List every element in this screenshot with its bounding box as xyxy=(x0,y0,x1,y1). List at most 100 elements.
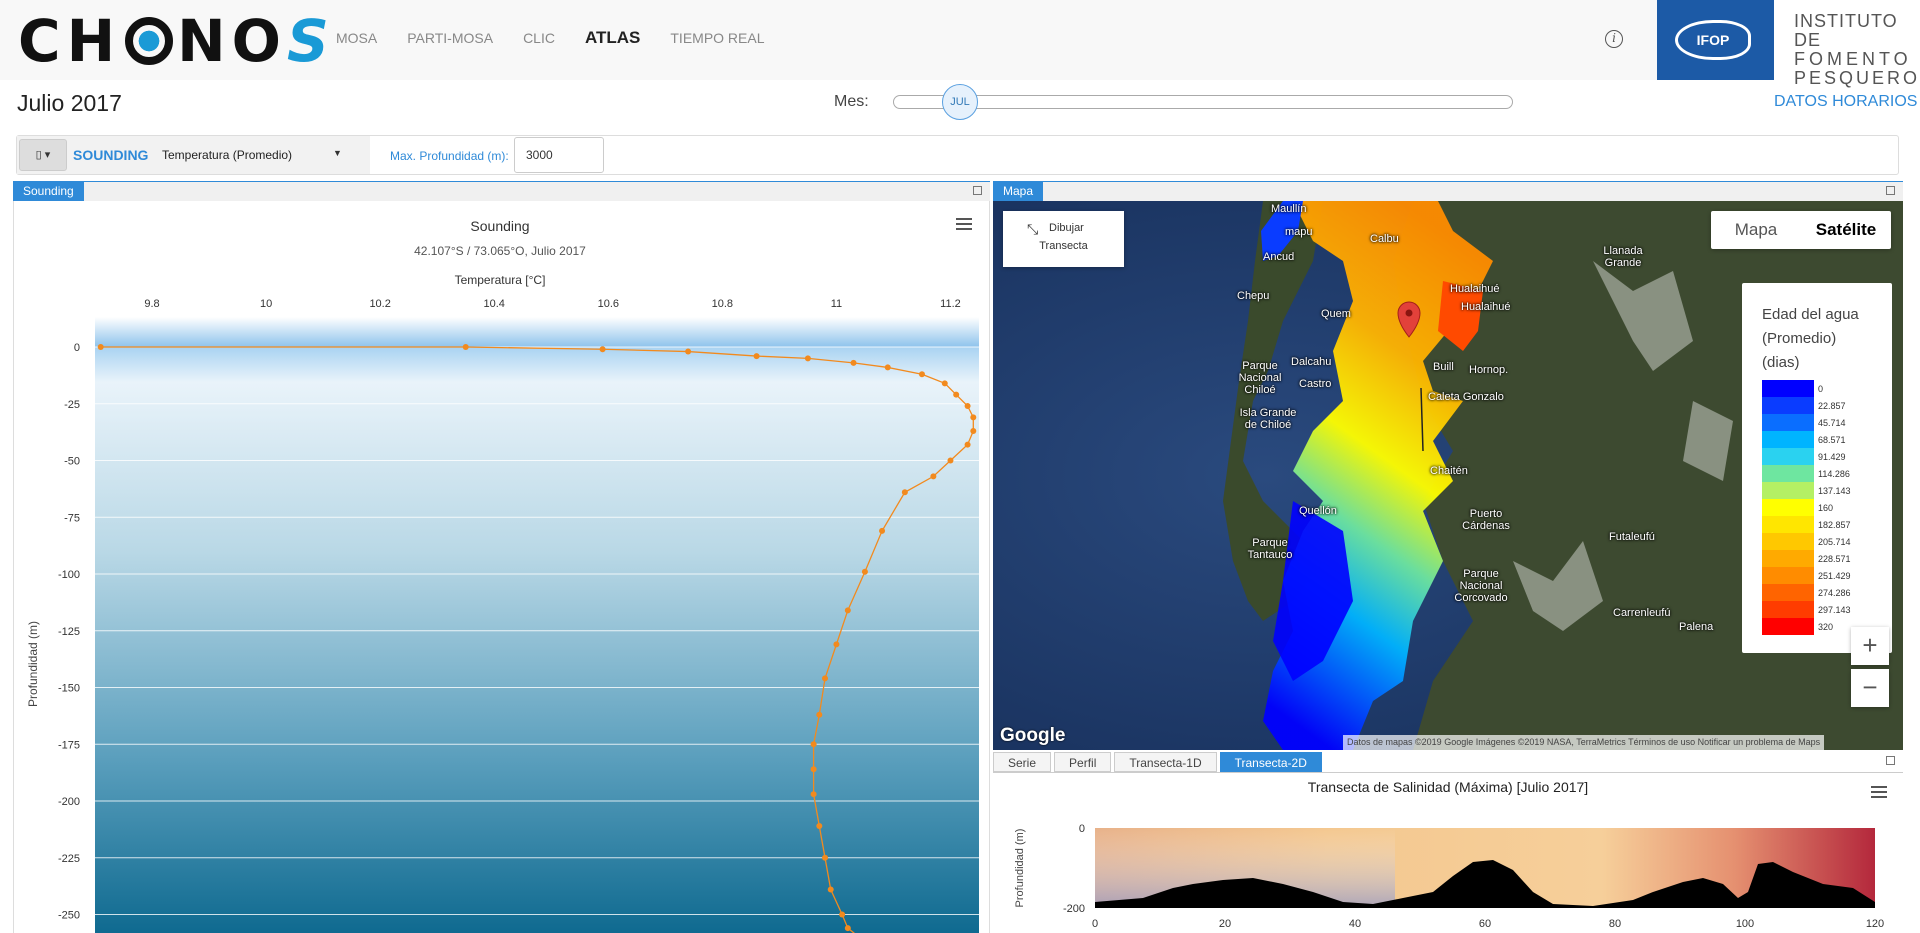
place-label: Parque Nacional Chiloé xyxy=(1238,360,1282,396)
nav-item-atlas[interactable]: ATLAS xyxy=(585,28,640,48)
max-depth-input[interactable]: 3000 xyxy=(514,137,604,173)
data-point[interactable] xyxy=(839,911,846,918)
legend-swatch xyxy=(1762,448,1814,465)
map-type-toggle: Mapa Satélite xyxy=(1711,211,1891,249)
data-point[interactable] xyxy=(753,353,760,360)
place-label: Puerto Cárdenas xyxy=(1462,508,1510,532)
data-point[interactable] xyxy=(816,822,823,829)
nav-item-mosa[interactable]: MOSA xyxy=(336,30,377,48)
data-point[interactable] xyxy=(810,741,817,748)
color-legend: Edad del agua (Promedio) (dias) 0 22.857 4… xyxy=(1742,283,1892,653)
legend-label: 0 xyxy=(1818,383,1824,394)
data-point[interactable] xyxy=(861,568,868,575)
maximize-icon[interactable] xyxy=(973,186,982,195)
zoom-in-button[interactable]: + xyxy=(1851,627,1889,665)
transect-chart-title: Transecta de Salinidad (Máxima) [Julio 2… xyxy=(1308,779,1588,795)
data-point[interactable] xyxy=(901,489,908,496)
nav-item-clic[interactable]: CLIC xyxy=(523,30,555,48)
toolbar: ▯ ▾ SOUNDING Temperatura (Promedio) ▼ Ma… xyxy=(16,135,1899,175)
data-point[interactable] xyxy=(822,675,829,682)
menu-dropdown-button[interactable]: ▯ ▾ xyxy=(19,139,67,171)
map-type-mapa[interactable]: Mapa xyxy=(1711,211,1801,249)
data-point[interactable] xyxy=(879,527,886,534)
x-tick-label: 100 xyxy=(1736,918,1754,930)
legend-entry: 297.143 xyxy=(1762,601,1851,618)
transect-chart: Transecta de Salinidad (Máxima) [Julio 2… xyxy=(1014,779,1884,930)
place-label: Buill xyxy=(1433,361,1454,373)
chart-menu-icon[interactable] xyxy=(956,218,972,232)
nav-item-tiempo-real[interactable]: TIEMPO REAL xyxy=(670,30,764,48)
data-point[interactable] xyxy=(685,348,692,355)
legend-entry: 320 xyxy=(1762,618,1833,635)
data-point[interactable] xyxy=(822,854,829,861)
caret-down-icon[interactable]: ▼ xyxy=(333,148,342,158)
legend-title: Edad del agua (Promedio) (dias) xyxy=(1762,303,1859,375)
data-point[interactable] xyxy=(844,925,851,932)
y-tick-label: -200 xyxy=(1063,903,1085,915)
data-point[interactable] xyxy=(947,457,954,464)
datos-horarios-link[interactable]: DATOS HORARIOS xyxy=(1774,93,1917,111)
legend-swatch xyxy=(1762,380,1814,397)
y-tick-label: -125 xyxy=(58,626,80,638)
data-point[interactable] xyxy=(833,641,840,648)
data-point[interactable] xyxy=(827,886,834,893)
data-point[interactable] xyxy=(599,346,606,353)
data-point[interactable] xyxy=(964,403,971,410)
legend-label: 228.571 xyxy=(1818,553,1851,564)
x-tick-label: 60 xyxy=(1479,918,1491,930)
tab-mapa[interactable]: Mapa xyxy=(993,182,1044,201)
legend-label: 68.571 xyxy=(1818,434,1846,445)
data-point[interactable] xyxy=(810,766,817,773)
maximize-icon[interactable] xyxy=(1886,186,1895,195)
legend-label: 22.857 xyxy=(1818,400,1846,411)
data-point[interactable] xyxy=(804,355,811,362)
month-slider-track[interactable] xyxy=(893,95,1513,109)
nav-item-parti-mosa[interactable]: PARTI-MOSA xyxy=(407,30,493,48)
place-label: Hualaihué xyxy=(1450,283,1500,295)
map-attribution[interactable]: Datos de mapas ©2019 Google Imágenes ©20… xyxy=(1343,735,1825,750)
legend-entry: 45.714 xyxy=(1762,414,1846,431)
zoom-out-button[interactable]: − xyxy=(1851,669,1889,707)
legend-entry: 160 xyxy=(1762,499,1833,516)
data-point[interactable] xyxy=(462,344,469,350)
data-point[interactable] xyxy=(810,791,817,798)
ifop-name: INSTITUTO DE FOMENTO PESQUERO xyxy=(1794,12,1920,88)
data-point[interactable] xyxy=(953,391,960,398)
surface-band xyxy=(95,317,979,347)
legend-label: 114.286 xyxy=(1818,468,1850,479)
data-point[interactable] xyxy=(918,371,925,378)
variable-selector: ▯ ▾ SOUNDING Temperatura (Promedio) ▼ xyxy=(17,136,370,174)
legend-label: 297.143 xyxy=(1818,604,1851,615)
x-tick-label: 20 xyxy=(1219,918,1231,930)
chart-menu-icon[interactable] xyxy=(1871,786,1887,800)
data-point[interactable] xyxy=(844,607,851,614)
variable-select[interactable]: Temperatura (Promedio) xyxy=(162,148,292,162)
data-point[interactable] xyxy=(850,359,857,366)
sounding-y-ticks: 0 -25 -50 -75 -100 -125 -150 -175 -200 -225 -250 xyxy=(58,342,80,922)
month-slider-handle[interactable]: JUL xyxy=(942,84,978,120)
legend-label: 137.143 xyxy=(1818,485,1851,496)
data-point[interactable] xyxy=(816,711,823,718)
data-point[interactable] xyxy=(884,364,891,371)
ifop-logo[interactable]: IFOP INSTITUTO DE FOMENTO PESQUERO xyxy=(1657,0,1920,88)
place-label: Chaitén xyxy=(1430,465,1468,477)
data-point[interactable] xyxy=(930,473,937,480)
data-point[interactable] xyxy=(964,441,971,448)
map-type-satelite[interactable]: Satélite xyxy=(1801,211,1891,249)
data-point[interactable] xyxy=(970,427,977,434)
chonos-logo[interactable]: CH NOS xyxy=(18,6,335,76)
map-view[interactable]: Maullín mapu Calbu Chepu Quem Hualaihué … xyxy=(993,201,1903,750)
info-icon[interactable]: i xyxy=(1605,30,1623,48)
place-label: Quellón xyxy=(1299,505,1337,517)
sounding-label: SOUNDING xyxy=(73,147,149,163)
legend-swatch xyxy=(1762,533,1814,550)
data-point[interactable] xyxy=(970,414,977,421)
y-tick-label: -100 xyxy=(58,569,80,581)
draw-transect-button[interactable]: ⤡ Dibujar Transecta xyxy=(1003,211,1124,267)
data-point[interactable] xyxy=(97,344,104,350)
tab-sounding[interactable]: Sounding xyxy=(13,182,84,201)
sounding-panel: Sounding 42.107°S / 73.065°O, Julio 2017… xyxy=(13,201,990,933)
place-label: Chepu xyxy=(1237,290,1270,302)
legend-entry: 137.143 xyxy=(1762,482,1851,499)
data-point[interactable] xyxy=(941,380,948,387)
